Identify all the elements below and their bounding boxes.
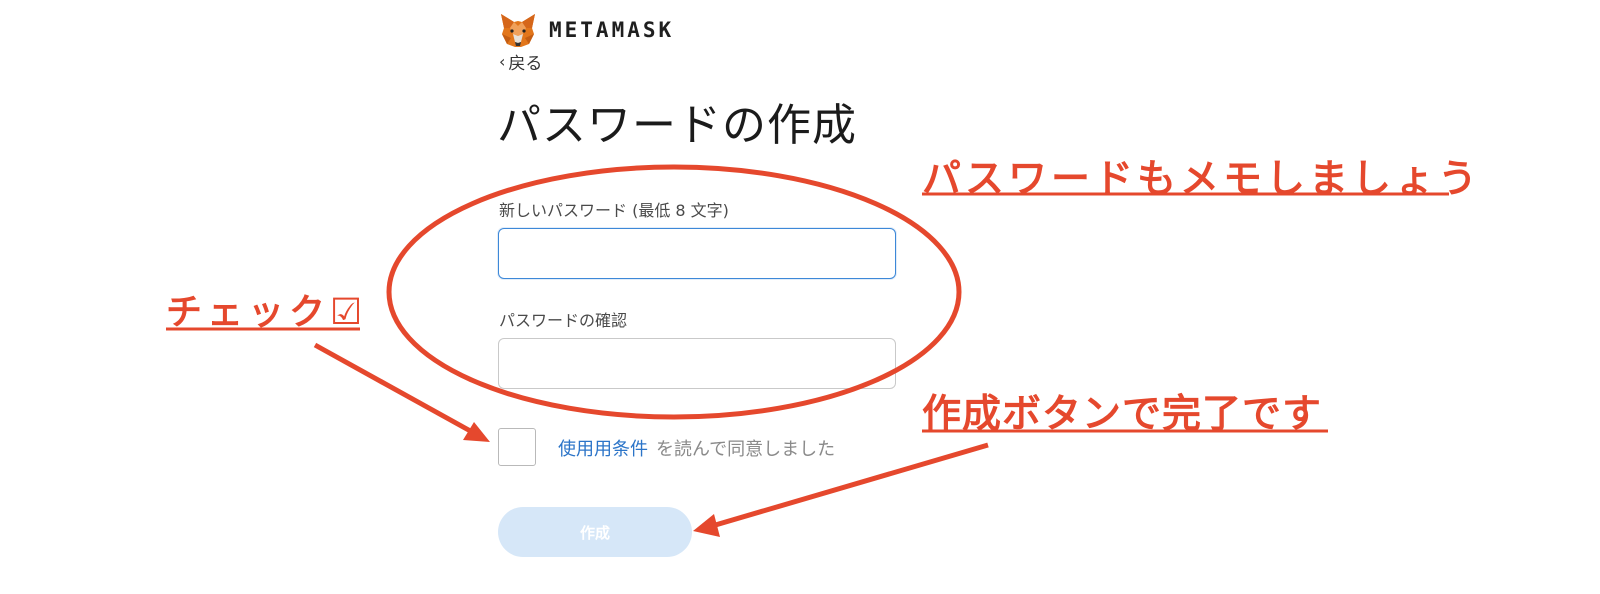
arrow-to-checkbox (313, 342, 476, 436)
page: METAMASK ‹ 戻る パスワードの作成 新しいパスワード (最低 8 文字… (0, 0, 1600, 594)
arrow-to-button (711, 442, 989, 529)
annotation-check: チェック☑ (166, 292, 368, 333)
arrow-to-button-head (693, 514, 720, 537)
annotation-done: 作成ボタンで完了です (922, 392, 1323, 437)
highlight-ellipse (386, 164, 962, 420)
annotation-memo: パスワードもメモしましょう (922, 157, 1482, 202)
